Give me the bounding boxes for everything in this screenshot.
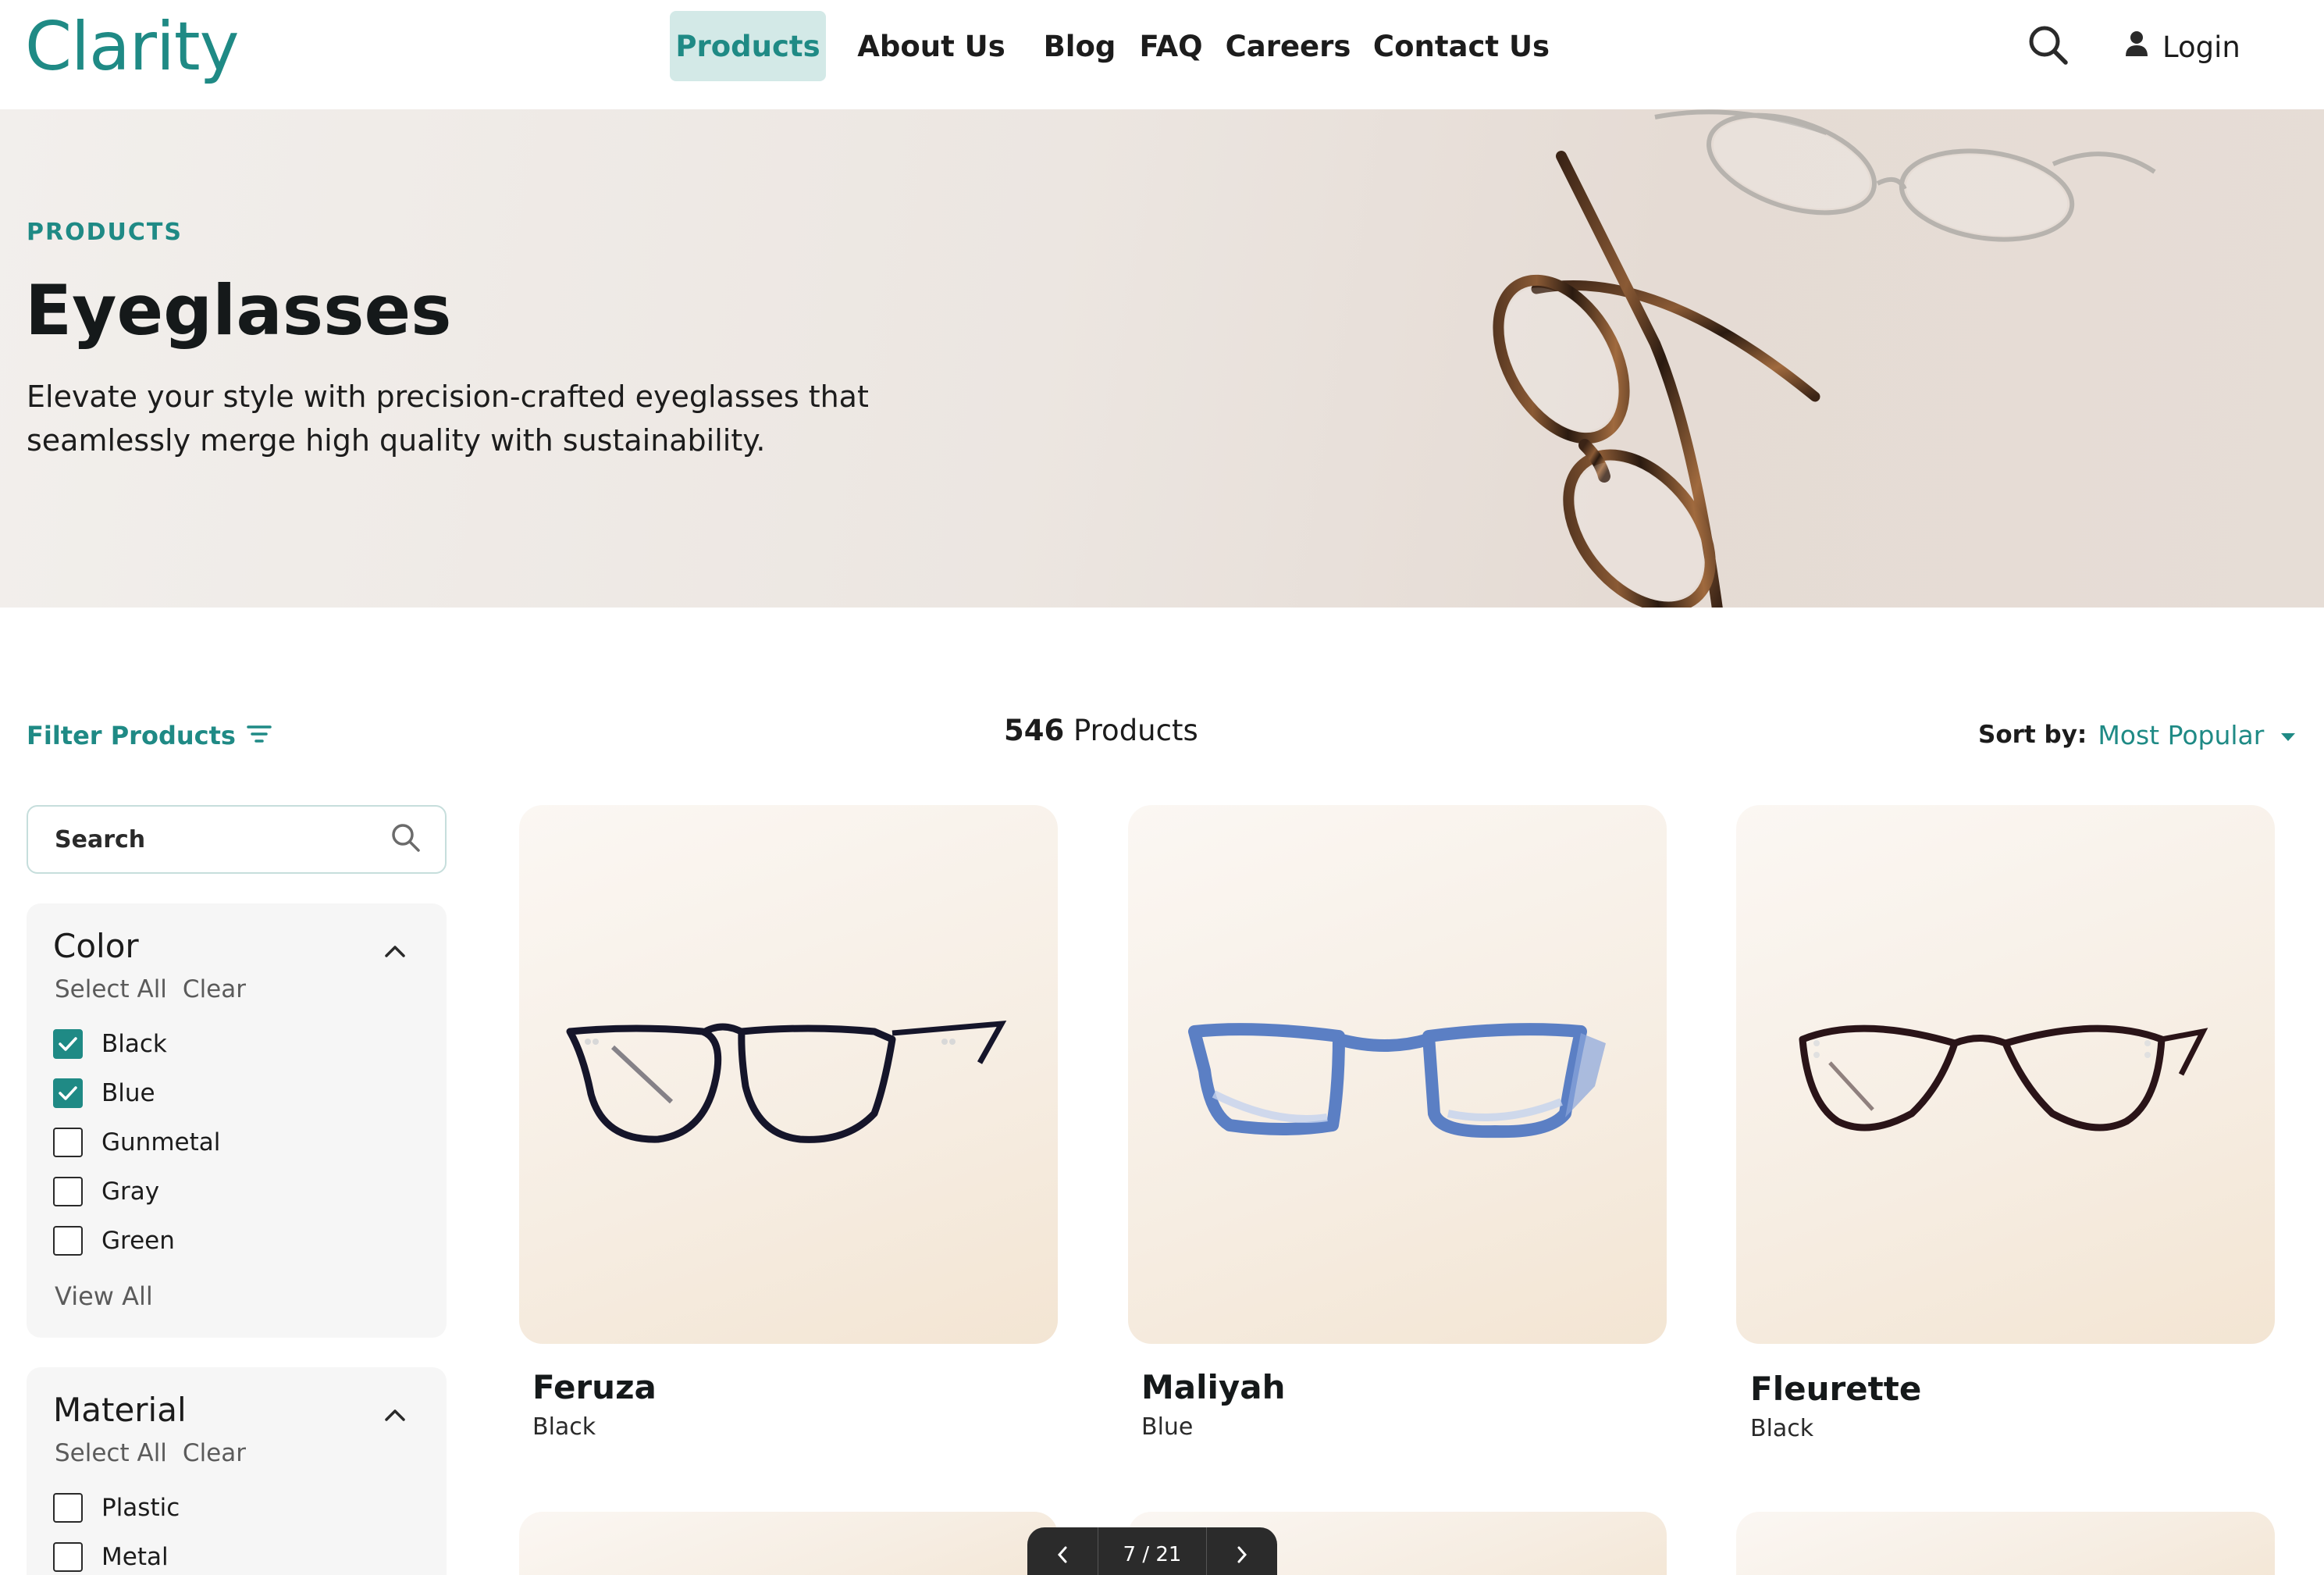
product-image-fleurette[interactable] [1736, 805, 2275, 1344]
chevron-right-icon[interactable] [1207, 1527, 1277, 1575]
checkbox-checked[interactable] [53, 1078, 83, 1108]
product-name[interactable]: Fleurette [1750, 1370, 1921, 1408]
search-icon[interactable] [2027, 23, 2070, 67]
sidebar-search-box [27, 805, 447, 874]
option-label: Gray [101, 1178, 160, 1206]
nav-products[interactable]: Products [670, 11, 826, 81]
product-image[interactable] [1736, 1512, 2275, 1575]
slide-pager: 7 / 21 [1027, 1527, 1277, 1575]
option-label: Black [101, 1030, 167, 1058]
product-image[interactable] [519, 1512, 1058, 1575]
sort-value: Most Popular [2098, 719, 2265, 750]
color-option-black[interactable]: Black [53, 1028, 167, 1060]
material-option-plastic[interactable]: Plastic [53, 1492, 180, 1523]
facet-color: Color Select All Clear Black Blue Gunmet… [27, 903, 447, 1338]
user-icon [2125, 30, 2148, 64]
checkbox-checked[interactable] [53, 1029, 83, 1059]
option-label: Green [101, 1227, 175, 1255]
product-name[interactable]: Maliyah [1141, 1368, 1286, 1406]
hero-eyeglasses-image [1493, 109, 2156, 608]
product-count: 546 Products [1004, 714, 1198, 747]
hero-description: Elevate your style with precision-crafte… [27, 379, 869, 458]
sort-label: Sort by: [1978, 721, 2087, 749]
filter-lines-icon [247, 721, 272, 750]
checkbox[interactable] [53, 1226, 83, 1256]
login-label: Login [2162, 30, 2240, 64]
eyeglasses-image [1188, 1023, 1606, 1138]
option-label: Plastic [101, 1494, 180, 1522]
chevron-left-icon[interactable] [1027, 1527, 1098, 1575]
hero-banner: PRODUCTS Eyeglasses Elevate your style w… [0, 109, 2324, 608]
checkbox[interactable] [53, 1128, 83, 1157]
nav-about-us[interactable]: About Us [826, 11, 1037, 81]
option-label: Blue [101, 1079, 155, 1107]
nav-blog[interactable]: Blog [1037, 11, 1123, 81]
color-option-green[interactable]: Green [53, 1225, 175, 1256]
filter-products-label: Filter Products [27, 721, 236, 750]
option-label: Gunmetal [101, 1128, 221, 1156]
material-option-metal[interactable]: Metal [53, 1541, 169, 1573]
option-label: Metal [101, 1543, 169, 1571]
eyeglasses-image [566, 1020, 1007, 1143]
product-name[interactable]: Feruza [532, 1368, 657, 1406]
pager-indicator: 7 / 21 [1098, 1527, 1207, 1575]
product-color: Black [532, 1413, 596, 1441]
facet-material: Material Select All Clear Plastic Metal [27, 1367, 447, 1575]
select-all-link[interactable]: Select All [55, 1439, 167, 1467]
color-option-blue[interactable]: Blue [53, 1078, 155, 1109]
page-title: Eyeglasses [25, 270, 452, 351]
facet-material-actions: Select All Clear [55, 1439, 246, 1467]
site-header: Clarity Products About Us Blog FAQ Caree… [0, 0, 2324, 109]
chevron-up-icon[interactable] [384, 1408, 406, 1422]
product-color: Blue [1141, 1413, 1194, 1441]
login-button[interactable]: Login [2125, 23, 2240, 70]
nav-faq[interactable]: FAQ [1123, 11, 1219, 81]
product-image-maliyah[interactable] [1128, 805, 1667, 1344]
checkbox[interactable] [53, 1177, 83, 1206]
nav-careers[interactable]: Careers [1219, 11, 1357, 81]
clear-link[interactable]: Clear [183, 1439, 246, 1467]
color-option-gunmetal[interactable]: Gunmetal [53, 1127, 220, 1158]
checkbox[interactable] [53, 1542, 83, 1572]
checkbox[interactable] [53, 1493, 83, 1523]
brand-logo[interactable]: Clarity [25, 8, 240, 86]
product-count-suffix: Products [1073, 714, 1198, 747]
product-image-feruza[interactable] [519, 805, 1058, 1344]
facet-material-title: Material [53, 1391, 187, 1429]
facet-color-title: Color [53, 927, 139, 965]
caret-down-icon [2280, 721, 2297, 749]
product-count-number: 546 [1004, 714, 1065, 747]
chevron-up-icon[interactable] [384, 944, 406, 958]
clear-link[interactable]: Clear [183, 975, 246, 1003]
eyeglasses-image [1799, 1024, 2208, 1131]
search-icon[interactable] [390, 822, 422, 857]
sort-dropdown[interactable]: Sort by: Most Popular [1978, 715, 2297, 754]
nav-contact-us[interactable]: Contact Us [1357, 11, 1566, 81]
view-all-link[interactable]: View All [55, 1281, 153, 1311]
select-all-link[interactable]: Select All [55, 975, 167, 1003]
filter-products-button[interactable]: Filter Products [27, 717, 272, 754]
hero-eyebrow: PRODUCTS [27, 219, 183, 246]
page: Clarity Products About Us Blog FAQ Caree… [0, 0, 2324, 1575]
sidebar-search-input[interactable] [55, 825, 390, 853]
main-nav: Products About Us Blog FAQ Careers Conta… [670, 11, 1566, 81]
product-color: Black [1750, 1415, 1814, 1442]
color-option-gray[interactable]: Gray [53, 1176, 159, 1207]
facet-color-actions: Select All Clear [55, 975, 246, 1003]
